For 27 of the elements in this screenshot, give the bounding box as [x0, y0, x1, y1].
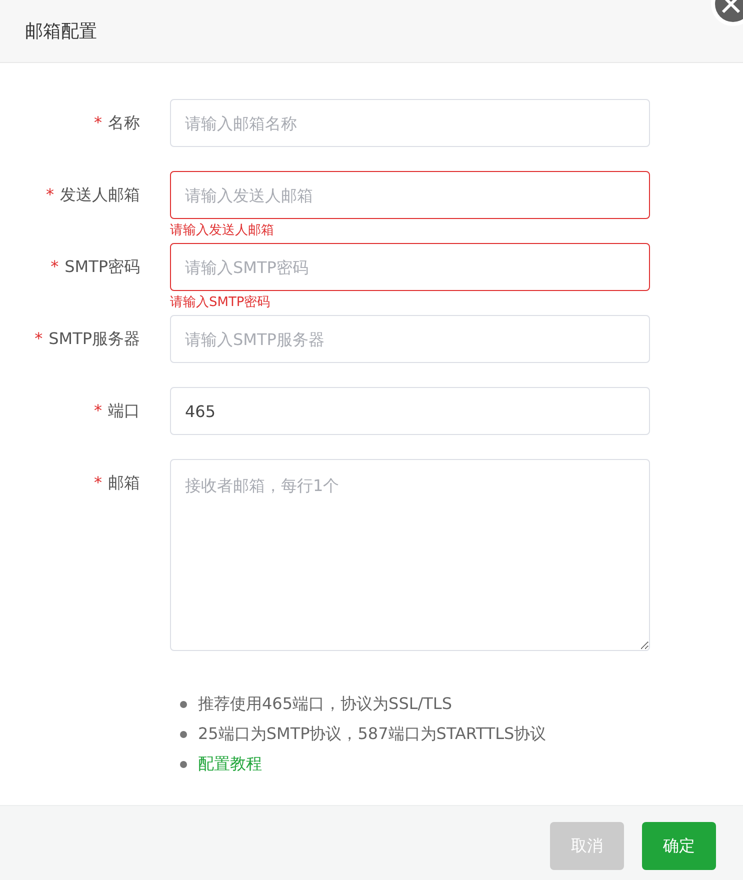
error-message: 请输入发送人邮箱	[170, 222, 275, 239]
field-label: 端口	[108, 401, 140, 422]
text-area[interactable]: 接收者邮箱，每行1个	[170, 459, 650, 651]
close-icon[interactable]	[709, 0, 743, 28]
tip-text: 推荐使用465端口，协议为SSL/TLS	[198, 694, 452, 714]
required-mark: *	[94, 401, 102, 420]
input-field[interactable]: 请输入发送人邮箱	[170, 171, 650, 219]
required-mark: *	[50, 257, 59, 276]
tip-text: 25端口为SMTP协议，587端口为STARTTLS协议	[198, 724, 546, 744]
bullet-icon	[180, 730, 187, 738]
field-label: 发送人邮箱	[60, 185, 140, 206]
error-message: 请输入SMTP密码	[170, 294, 272, 311]
required-mark: *	[34, 329, 43, 348]
tutorial-link[interactable]: 配置教程	[198, 754, 262, 774]
bullet-icon	[180, 700, 187, 708]
input-field[interactable]: 465	[170, 387, 650, 435]
dialog-title: 邮箱配置	[25, 20, 97, 43]
field-label: SMTP密码	[64, 257, 140, 278]
input-field[interactable]: 请输入SMTP密码	[170, 243, 650, 291]
field-label: 名称	[108, 113, 140, 134]
confirm-button[interactable]: 确定	[642, 822, 716, 870]
field-label: SMTP服务器	[48, 329, 140, 350]
field-label: 邮箱	[108, 473, 140, 494]
bullet-icon	[180, 760, 187, 768]
required-mark: *	[46, 185, 54, 204]
required-mark: *	[94, 473, 102, 492]
required-mark: *	[94, 113, 102, 132]
